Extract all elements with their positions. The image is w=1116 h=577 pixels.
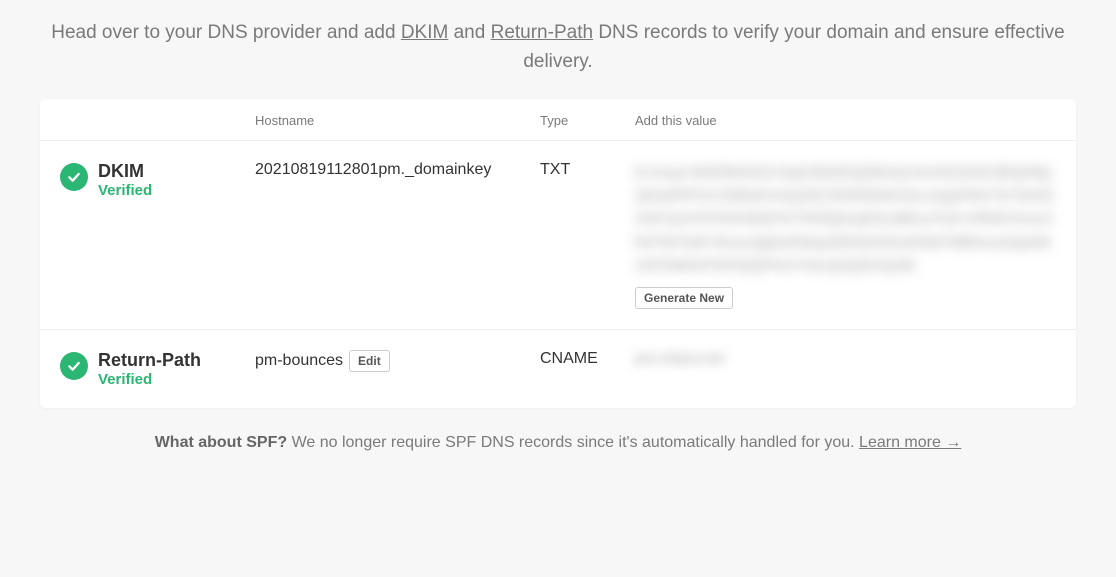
- hostname-value: pm-bounces: [255, 352, 343, 370]
- dns-records-panel: Hostname Type Add this value DKIM Verifi…: [40, 99, 1076, 408]
- col-hostname: Hostname: [255, 113, 540, 128]
- header-text-post: DNS records to verify your domain and en…: [523, 22, 1064, 72]
- header-text-pre: Head over to your DNS provider and add: [51, 22, 401, 43]
- status-badge: Verified: [98, 182, 152, 199]
- generate-new-button[interactable]: Generate New: [635, 287, 733, 309]
- status-badge: Verified: [98, 371, 201, 388]
- hostname-value: 20210819112801pm._domainkey: [255, 161, 540, 179]
- col-type: Type: [540, 113, 635, 128]
- record-title: DKIM: [98, 161, 152, 182]
- footer-bold: What about SPF?: [155, 434, 287, 451]
- edit-button[interactable]: Edit: [349, 350, 390, 372]
- record-title: Return-Path: [98, 350, 201, 371]
- return-path-link[interactable]: Return-Path: [491, 22, 593, 43]
- type-value: CNAME: [540, 350, 635, 368]
- learn-more-link[interactable]: Learn more →: [859, 434, 961, 451]
- footer-text: We no longer require SPF DNS records sin…: [287, 434, 859, 451]
- type-value: TXT: [540, 161, 635, 179]
- record-value-blurred: k=rsa;p=MIGfMA0GCSqGSIb3DQEBAQUAA4GNADCB…: [635, 161, 1056, 277]
- header-text-mid: and: [448, 22, 490, 43]
- check-icon: [60, 163, 88, 191]
- col-value: Add this value: [635, 113, 1056, 128]
- table-row: Return-Path Verified pm-bounces Edit CNA…: [40, 330, 1076, 408]
- spf-footer: What about SPF? We no longer require SPF…: [0, 408, 1116, 462]
- table-row: DKIM Verified 20210819112801pm._domainke…: [40, 141, 1076, 330]
- record-value-blurred: pm.mtasv.net: [635, 350, 724, 367]
- check-icon: [60, 352, 88, 380]
- header-instructions: Head over to your DNS provider and add D…: [0, 0, 1116, 99]
- dkim-link[interactable]: DKIM: [401, 22, 449, 43]
- table-header: Hostname Type Add this value: [40, 99, 1076, 141]
